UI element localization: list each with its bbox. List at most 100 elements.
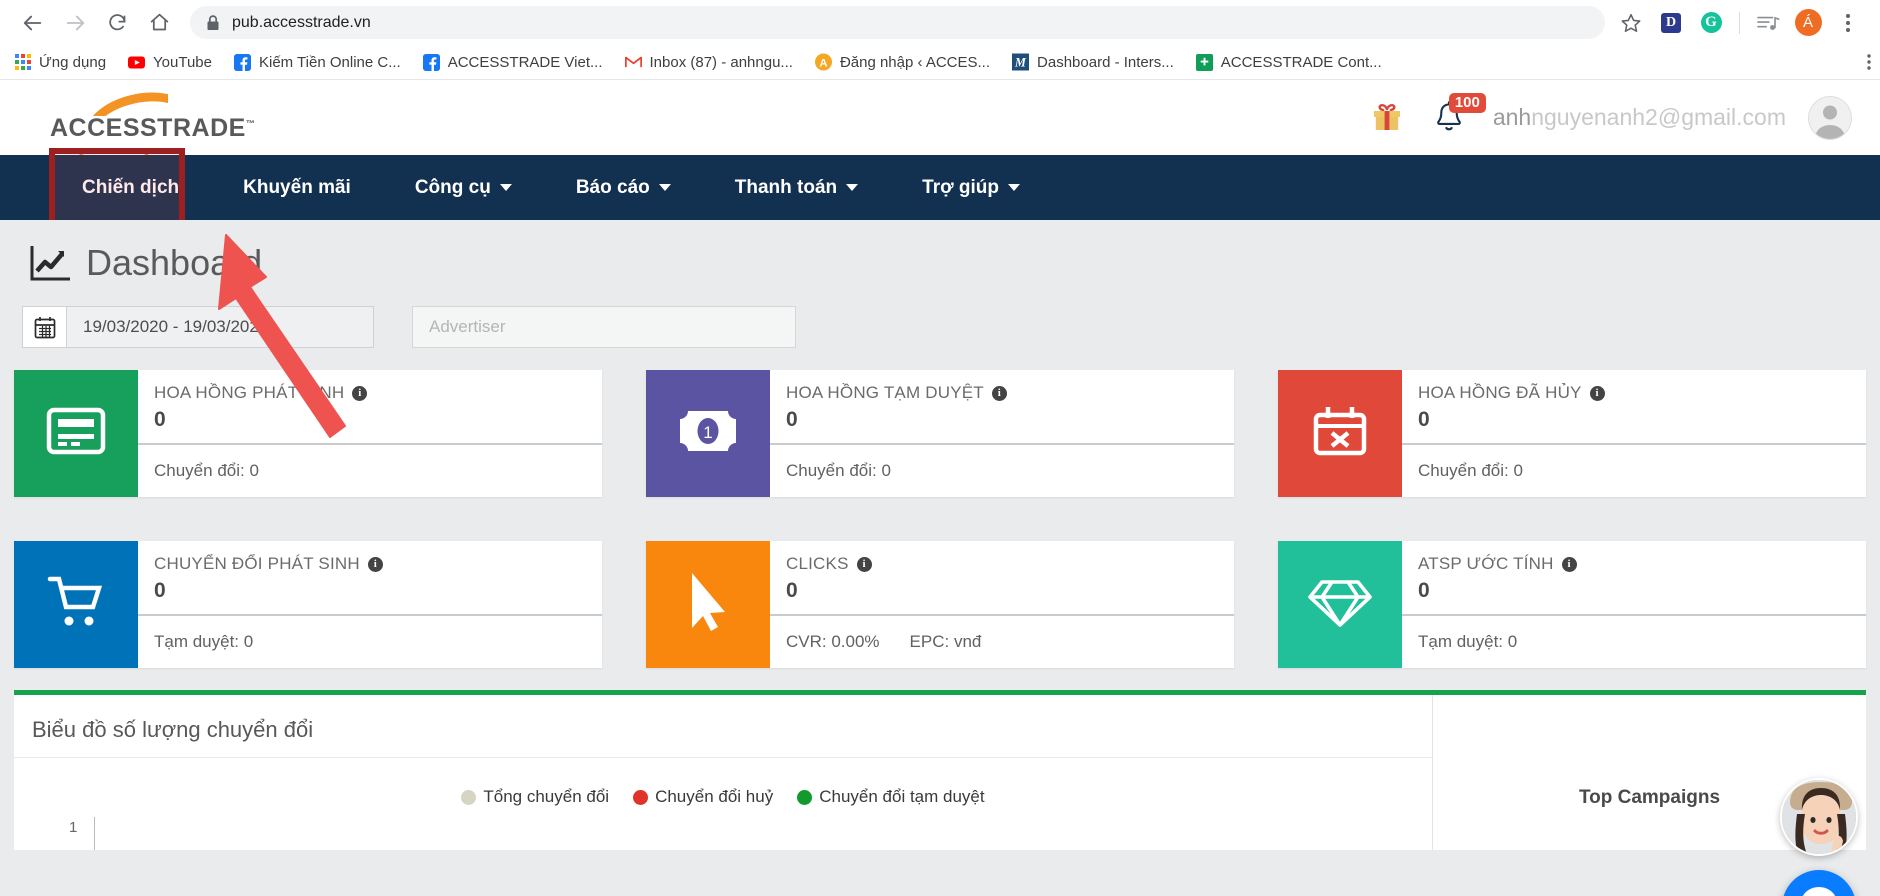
bookmark-inbox[interactable]: Inbox (87) - anhngu... <box>624 54 793 71</box>
browser-toolbar: pub.accesstrade.vn D G Á <box>0 0 1880 45</box>
bookmark-accesstrade-cont[interactable]: ACCESSTRADE Cont... <box>1195 53 1382 71</box>
user-email[interactable]: anhnguyenanh2@gmail.com <box>1493 104 1786 131</box>
bookmark-accesstrade-viet[interactable]: ACCESSTRADE Viet... <box>422 53 603 71</box>
notifications-bell[interactable]: 100 <box>1429 92 1486 139</box>
facebook-icon <box>233 53 251 71</box>
info-icon[interactable]: i <box>367 556 383 572</box>
chart-line-icon <box>28 243 72 283</box>
address-bar[interactable]: pub.accesstrade.vn <box>190 6 1605 39</box>
shopping-cart-icon <box>46 573 106 636</box>
bookmark-kiem-tien-online[interactable]: Kiếm Tiền Online C... <box>233 53 401 71</box>
card-icon-wrap <box>646 541 770 668</box>
bookmarks-overflow-icon[interactable] <box>1862 53 1876 76</box>
card-footer-text: Tạm duyệt: 0 <box>154 632 254 651</box>
bookmark-dang-nhap[interactable]: A Đăng nhập ‹ ACCES... <box>814 53 991 71</box>
chat-agent-avatar[interactable] <box>1780 778 1858 856</box>
playlist-extension-icon[interactable] <box>1750 5 1786 41</box>
legend-item-tong-chuyen-doi[interactable]: Tổng chuyển đổi <box>461 787 609 807</box>
grammarly-extension-icon[interactable]: G <box>1693 5 1729 41</box>
card-footer-text: Chuyển đổi: 0 <box>786 461 891 480</box>
legend-item-chuyen-doi-tam-duyet[interactable]: Chuyển đổi tạm duyệt <box>797 787 985 807</box>
main-navigation: Chiến dịch Khuyến mãi Công cụ Báo cáo Th… <box>0 148 1880 226</box>
dashboard-page: Dashboard 19/03/2020 - 19/03/2020 Advert… <box>0 220 1880 896</box>
mouse-cursor-icon <box>684 570 732 639</box>
info-icon[interactable]: i <box>1589 385 1605 401</box>
chart-area: Biểu đồ số lượng chuyển đổi Tổng chuyển … <box>14 695 1433 850</box>
card-label: CHUYỂN ĐỔI PHÁT SINH i <box>154 554 602 574</box>
card-value: 0 <box>786 408 798 431</box>
home-icon[interactable] <box>140 4 178 42</box>
nav-item-tro-giup[interactable]: Trợ giúp <box>890 155 1052 220</box>
messenger-button[interactable] <box>1782 870 1856 896</box>
gift-icon[interactable] <box>1367 98 1407 138</box>
card-value: 0 <box>154 408 166 431</box>
chart-y-tick: 1 <box>69 819 78 836</box>
gmail-icon <box>624 54 642 71</box>
m-icon: M <box>1012 53 1030 71</box>
accesstrade-logo[interactable]: ACCESSTRADE™ <box>28 90 255 145</box>
bookmark-youtube[interactable]: YouTube <box>128 54 212 71</box>
stat-card-chuyen-doi-phat-sinh[interactable]: CHUYỂN ĐỔI PHÁT SINH i 0 Tạm duyệt: 0 <box>14 541 602 668</box>
bookmark-label: Kiếm Tiền Online C... <box>258 53 401 71</box>
nav-item-cong-cu[interactable]: Công cụ <box>383 155 544 220</box>
forward-arrow-icon[interactable] <box>56 4 94 42</box>
dictionary-extension-icon[interactable]: D <box>1653 5 1689 41</box>
bookmark-label: YouTube <box>153 53 212 71</box>
credit-card-icon <box>45 405 107 462</box>
nav-item-bao-cao[interactable]: Báo cáo <box>544 155 703 220</box>
nav-label: Báo cáo <box>575 176 650 198</box>
bookmark-apps[interactable]: Ứng dụng <box>14 54 106 71</box>
info-icon[interactable]: i <box>991 385 1007 401</box>
calendar-icon[interactable] <box>23 307 67 347</box>
nav-label: Thanh toán <box>734 176 838 198</box>
avatar[interactable] <box>1808 95 1852 140</box>
stat-card-hoa-hong-phat-sinh[interactable]: HOA HỒNG PHÁT SINH i 0 Chuyển đổi: 0 <box>14 370 602 497</box>
profile-avatar-button[interactable]: Á <box>1790 5 1826 41</box>
bookmark-label: ACCESSTRADE Cont... <box>1220 53 1382 71</box>
info-icon[interactable]: i <box>352 385 368 401</box>
logo-swoosh-icon <box>90 92 168 116</box>
url-text: pub.accesstrade.vn <box>232 13 371 31</box>
card-footer: Tạm duyệt: 0 <box>138 616 602 668</box>
chrome-menu-icon[interactable] <box>1830 5 1866 41</box>
info-icon[interactable]: i <box>856 556 872 572</box>
chevron-down-icon <box>846 184 859 191</box>
card-top: HOA HỒNG PHÁT SINH i 0 <box>138 370 602 445</box>
header-actions: 100 anhnguyenanh2@gmail.com <box>1367 92 1852 140</box>
svg-text:M: M <box>1014 55 1027 69</box>
chart-legend: Tổng chuyển đổi Chuyển đổi huỷ Chuyển đổ… <box>14 787 1432 807</box>
chevron-down-icon <box>499 184 512 191</box>
card-label: HOA HỒNG PHÁT SINH i <box>154 383 602 403</box>
stat-card-clicks[interactable]: CLICKS i 0 CVR: 0.00% EPC: vnđ <box>646 541 1234 668</box>
reload-icon[interactable] <box>98 4 136 42</box>
advertiser-input[interactable]: Advertiser <box>412 306 796 348</box>
page-title: Dashboard <box>14 220 1866 296</box>
bookmark-label: ACCESSTRADE Viet... <box>447 53 603 71</box>
chart-header-divider <box>14 757 1432 758</box>
info-icon[interactable]: i <box>1561 556 1577 572</box>
nav-item-thanh-toan[interactable]: Thanh toán <box>703 155 890 220</box>
logo-underswoosh-icon <box>68 142 148 156</box>
bookmark-dashboard-inters[interactable]: M Dashboard - Inters... <box>1012 53 1174 71</box>
stat-card-atsp-uoc-tinh[interactable]: ATSP ƯỚC TÍNH i 0 Tạm duyệt: 0 <box>1278 541 1866 668</box>
star-icon[interactable] <box>1613 5 1649 41</box>
nav-item-khuyen-mai[interactable]: Khuyến mãi <box>211 155 383 220</box>
card-footer-text: Chuyển đổi: 0 <box>1418 461 1523 480</box>
facebook-icon <box>422 53 440 71</box>
notification-badge: 100 <box>1448 92 1486 113</box>
card-footer: CVR: 0.00% EPC: vnđ <box>770 616 1234 668</box>
stat-card-hoa-hong-tam-duyet[interactable]: 1 HOA HỒNG TẠM DUYỆT i 0 Chuyển đổi: 0 <box>646 370 1234 497</box>
card-label: CLICKS i <box>786 554 1234 574</box>
legend-item-chuyen-doi-huy[interactable]: Chuyển đổi huỷ <box>633 787 773 807</box>
bookmark-label: Đăng nhập ‹ ACCES... <box>839 53 991 71</box>
nav-item-chien-dich[interactable]: Chiến dịch <box>50 155 211 220</box>
stat-card-hoa-hong-da-huy[interactable]: HOA HỒNG ĐÃ HỦY i 0 Chuyển đổi: 0 <box>1278 370 1866 497</box>
card-top: HOA HỒNG TẠM DUYỆT i 0 <box>770 370 1234 445</box>
date-range-picker[interactable]: 19/03/2020 - 19/03/2020 <box>22 306 374 348</box>
svg-text:A: A <box>819 57 827 69</box>
messenger-icon <box>1798 884 1840 896</box>
card-footer: Chuyển đổi: 0 <box>1402 445 1866 497</box>
date-range-value[interactable]: 19/03/2020 - 19/03/2020 <box>67 307 373 347</box>
back-arrow-icon[interactable] <box>14 4 52 42</box>
chart-title: Biểu đồ số lượng chuyển đổi <box>32 717 314 742</box>
